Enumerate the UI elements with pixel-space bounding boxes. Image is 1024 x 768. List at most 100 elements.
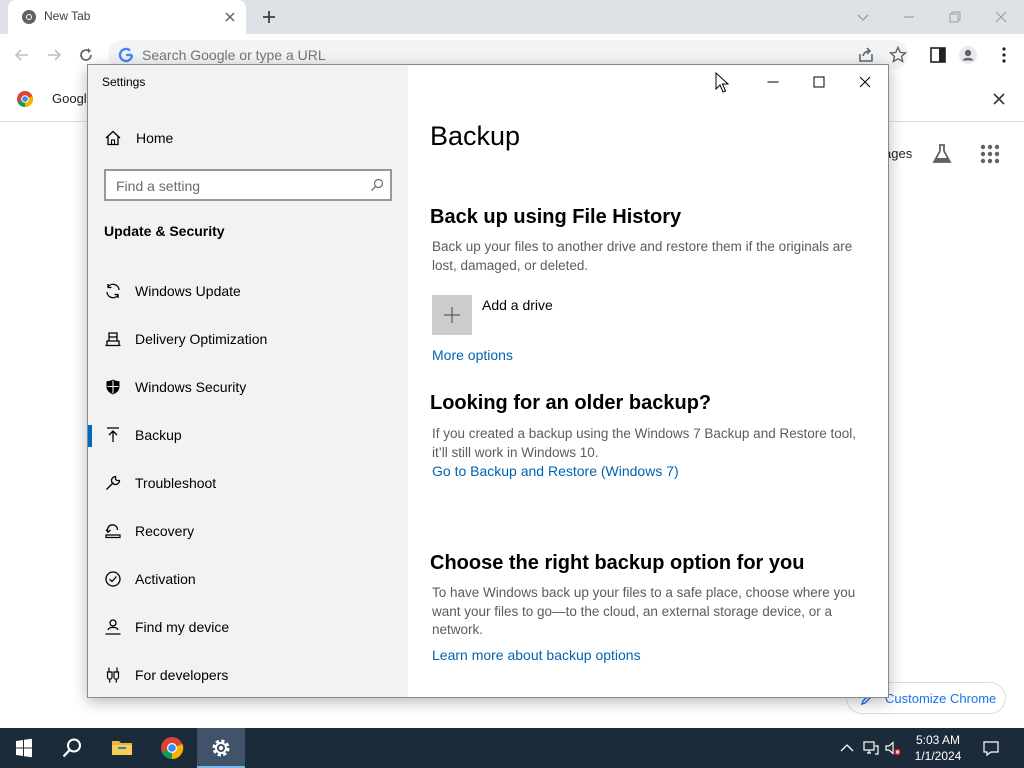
find-setting-input[interactable]	[116, 177, 356, 195]
check-circle-icon	[105, 571, 121, 587]
kebab-menu-icon[interactable]	[994, 45, 1014, 65]
wrench-icon	[106, 475, 121, 490]
settings-window: Settings Home Update & Security Windows …	[87, 64, 889, 698]
sidebar-item-recovery[interactable]: Recovery	[88, 511, 408, 551]
recovery-icon	[105, 524, 121, 539]
taskbar-chrome[interactable]	[148, 728, 196, 768]
close-icon	[859, 76, 871, 88]
page-title: Backup	[430, 121, 521, 151]
sidebar-item-backup[interactable]: Backup	[88, 415, 408, 455]
home-icon	[105, 130, 121, 146]
section-title: Update & Security	[104, 223, 225, 239]
add-drive-label[interactable]: Add a drive	[482, 297, 553, 313]
older-backup-description: If you created a backup using the Window…	[432, 426, 856, 460]
sidebar-item-windows-update[interactable]: Windows Update	[88, 271, 408, 311]
selection-indicator	[88, 425, 92, 447]
windows-logo-icon	[16, 738, 32, 758]
sidebar-item-label: Recovery	[135, 523, 195, 539]
taskbar-search-button[interactable]	[48, 728, 96, 768]
folder-icon	[112, 741, 132, 755]
browser-close-icon[interactable]	[990, 6, 1012, 28]
labs-flask-icon[interactable]	[930, 142, 954, 166]
window-title: Settings	[102, 75, 146, 89]
browser-restore-icon[interactable]	[944, 6, 966, 28]
chrome-tab-new-tab[interactable]: New Tab	[8, 0, 246, 34]
maximize-button[interactable]	[796, 70, 842, 94]
search-icon	[371, 178, 384, 191]
banner-close-icon[interactable]	[990, 90, 1008, 108]
tab-title: New Tab	[44, 9, 91, 23]
omnibox-input[interactable]	[142, 44, 822, 66]
sidebar-item-label: Windows Security	[135, 379, 247, 395]
sidebar-item-label: For developers	[135, 667, 229, 683]
share-icon[interactable]	[856, 45, 876, 65]
backup-restore-windows7-link[interactable]: Go to Backup and Restore (Windows 7)	[432, 463, 679, 479]
learn-more-backup-link[interactable]: Learn more about backup options	[432, 647, 641, 663]
maximize-icon	[813, 76, 825, 88]
taskbar-settings[interactable]	[197, 728, 245, 768]
sidebar-item-label: Troubleshoot	[135, 475, 217, 491]
chrome-logo-icon	[161, 737, 184, 760]
file-history-description: Back up your files to another drive and …	[432, 239, 853, 273]
browser-minimize-icon[interactable]	[898, 6, 920, 28]
tab-close-icon[interactable]	[222, 9, 238, 25]
nav-home[interactable]: Home	[104, 127, 394, 151]
google-apps-grid-icon[interactable]	[978, 142, 1002, 166]
sidebar-item-troubleshoot[interactable]: Troubleshoot	[88, 463, 408, 503]
back-arrow-icon[interactable]	[12, 45, 32, 65]
side-panel-icon[interactable]	[928, 45, 948, 65]
customize-chrome-label: Customize Chrome	[885, 691, 997, 706]
older-backup-heading: Looking for an older backup?	[430, 392, 712, 414]
profile-avatar-icon[interactable]	[958, 45, 978, 65]
mouse-cursor-icon	[715, 72, 729, 93]
sidebar-item-label: Delivery Optimization	[135, 331, 268, 347]
settings-sidebar: Settings Home Update & Security Windows …	[88, 65, 408, 697]
notification-center-icon[interactable]	[982, 739, 1000, 757]
shield-icon	[106, 379, 120, 395]
start-button[interactable]	[0, 728, 48, 768]
new-tab-plus-icon[interactable]	[260, 8, 278, 26]
settings-content: Backup Back up using File History Back u…	[408, 65, 888, 697]
volume-muted-icon[interactable]	[884, 739, 902, 757]
tab-search-chevron-icon[interactable]	[852, 6, 874, 28]
chrome-tab-strip: New Tab	[0, 0, 1024, 34]
sidebar-item-activation[interactable]: Activation	[88, 559, 408, 599]
forward-arrow-icon[interactable]	[44, 45, 64, 65]
tray-chevron-up-icon[interactable]	[838, 739, 856, 757]
developer-icon	[106, 667, 120, 683]
minimize-button[interactable]	[750, 70, 796, 94]
minimize-icon	[767, 81, 779, 83]
sidebar-item-label: Windows Update	[135, 283, 241, 299]
sidebar-item-label: Activation	[135, 571, 196, 587]
more-options-link[interactable]: More options	[432, 347, 513, 363]
sidebar-item-label: Find my device	[135, 619, 230, 635]
sidebar-item-for-developers[interactable]: For developers	[88, 655, 408, 695]
chrome-logo-icon	[17, 91, 34, 108]
sidebar-item-delivery-optimization[interactable]: Delivery Optimization	[88, 319, 408, 359]
chrome-favicon-icon	[22, 10, 36, 24]
refresh-icon	[106, 283, 120, 299]
file-history-heading: Back up using File History	[430, 206, 682, 228]
taskbar-clock[interactable]: 5:03 AM 1/1/2024	[908, 732, 968, 764]
nav-home-label: Home	[136, 130, 174, 146]
upload-arrow-icon	[107, 427, 119, 442]
sidebar-item-windows-security[interactable]: Windows Security	[88, 367, 408, 407]
search-icon	[62, 738, 81, 758]
taskbar-file-explorer[interactable]	[98, 728, 146, 768]
delivery-icon	[105, 332, 121, 347]
close-button[interactable]	[842, 70, 888, 94]
clock-time: 5:03 AM	[915, 733, 961, 747]
choose-option-heading: Choose the right backup option for you	[430, 552, 805, 574]
bookmark-star-icon[interactable]	[888, 45, 908, 65]
taskbar: 5:03 AM 1/1/2024	[0, 728, 1024, 768]
find-setting-search[interactable]	[104, 169, 392, 201]
reload-icon[interactable]	[76, 45, 96, 65]
add-drive-button[interactable]	[432, 295, 472, 335]
clock-date: 1/1/2024	[914, 749, 962, 763]
plus-icon	[444, 307, 460, 323]
network-icon[interactable]	[862, 739, 880, 757]
sidebar-item-find-my-device[interactable]: Find my device	[88, 607, 408, 647]
google-g-icon	[118, 47, 134, 63]
choose-option-description: To have Windows back up your files to a …	[432, 585, 856, 637]
sidebar-item-label: Backup	[135, 427, 182, 443]
